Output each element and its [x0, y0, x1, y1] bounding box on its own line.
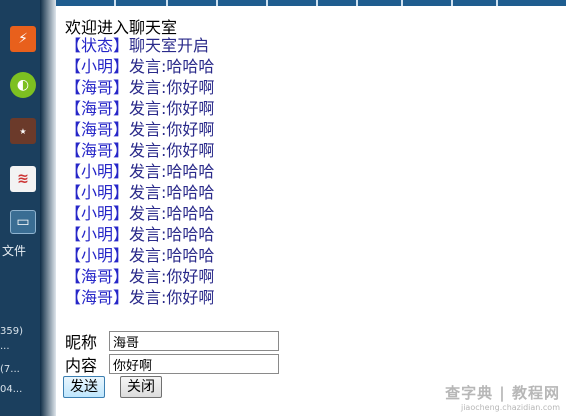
- chat-message: 【小明】发言:哈哈哈: [65, 203, 214, 224]
- content-row: 内容: [65, 353, 279, 375]
- message-sender: 【海哥】: [65, 99, 130, 118]
- window-shadow: [40, 0, 56, 416]
- message-action: 发言:: [129, 162, 167, 181]
- message-sender: 【状态】: [65, 36, 130, 55]
- desktop-text: 359): [0, 326, 23, 337]
- chat-message: 【海哥】发言:你好啊: [65, 266, 214, 287]
- message-sender: 【海哥】: [65, 78, 130, 97]
- desktop-label: 文件: [2, 244, 27, 258]
- desktop-text: (7...: [0, 364, 20, 375]
- app-icon-game[interactable]: ★: [10, 118, 36, 144]
- nickname-label: 昵称: [65, 333, 98, 352]
- message-action: 发言:: [129, 246, 167, 265]
- nickname-row: 昵称: [65, 330, 279, 352]
- message-text: 你好啊: [166, 99, 215, 118]
- desktop-text: ···: [0, 344, 10, 355]
- message-action: 发言:: [129, 78, 167, 97]
- nickname-input[interactable]: [109, 331, 279, 351]
- watermark-url: jiaocheng.chazidian.com: [460, 403, 560, 412]
- message-action: 发言:: [129, 120, 167, 139]
- message-sender: 【小明】: [65, 57, 130, 76]
- chat-message: 【小明】发言:哈哈哈: [65, 56, 214, 77]
- send-button[interactable]: 发送: [63, 376, 105, 398]
- message-text: 你好啊: [166, 267, 215, 286]
- content-label: 内容: [65, 356, 98, 375]
- chat-message: 【小明】发言:哈哈哈: [65, 182, 214, 203]
- message-sender: 【小明】: [65, 183, 130, 202]
- chat-message: 【海哥】发言:你好啊: [65, 77, 214, 98]
- chat-window: 欢迎进入聊天室 【状态】聊天室开启 【小明】发言:哈哈哈 【海哥】发言:你好啊 【海哥…: [58, 6, 558, 416]
- message-text: 哈哈哈: [166, 225, 215, 244]
- message-text: 你好啊: [166, 120, 215, 139]
- message-action: 发言:: [129, 267, 167, 286]
- watermark: 查字典 | 教程网 jiaocheng.chazidian.com: [445, 382, 560, 412]
- message-text: 你好啊: [166, 141, 215, 160]
- content-input[interactable]: [109, 354, 279, 374]
- message-action: 发言:: [129, 57, 167, 76]
- message-sender: 【海哥】: [65, 288, 130, 307]
- message-action: 发言:: [129, 183, 167, 202]
- message-action: 发言:: [129, 225, 167, 244]
- app-icon-document[interactable]: ≋: [10, 166, 36, 192]
- message-sender: 【小明】: [65, 204, 130, 223]
- desktop-text: 04...: [0, 384, 23, 395]
- chat-message: 【状态】聊天室开启: [65, 35, 214, 56]
- message-text: 你好啊: [166, 288, 215, 307]
- desktop-sidebar: ⚡ ◐ ★ ≋ ▭ 文件 359) ··· (7... 04...: [0, 0, 40, 416]
- message-text: 哈哈哈: [166, 162, 215, 181]
- message-action: 发言:: [129, 204, 167, 223]
- chat-message: 【小明】发言:哈哈哈: [65, 224, 214, 245]
- watermark-title: 查字典 | 教程网: [445, 384, 560, 402]
- message-text: 你好啊: [166, 78, 215, 97]
- folder-icon[interactable]: ▭: [10, 210, 36, 234]
- chat-message: 【海哥】发言:你好啊: [65, 287, 214, 308]
- close-button[interactable]: 关闭: [120, 376, 162, 398]
- message-sender: 【海哥】: [65, 141, 130, 160]
- app-icon-green[interactable]: ◐: [10, 72, 36, 98]
- message-text: 哈哈哈: [166, 246, 215, 265]
- message-sender: 【小明】: [65, 225, 130, 244]
- message-action: 发言:: [129, 288, 167, 307]
- message-sender: 【海哥】: [65, 267, 130, 286]
- app-icon-orange[interactable]: ⚡: [10, 26, 36, 52]
- message-sender: 【海哥】: [65, 120, 130, 139]
- chat-message: 【海哥】发言:你好啊: [65, 119, 214, 140]
- message-action: 聊天室开启: [129, 36, 210, 55]
- message-sender: 【小明】: [65, 246, 130, 265]
- message-action: 发言:: [129, 141, 167, 160]
- message-action: 发言:: [129, 99, 167, 118]
- chat-message: 【小明】发言:哈哈哈: [65, 245, 214, 266]
- chat-message: 【海哥】发言:你好啊: [65, 98, 214, 119]
- chat-message: 【小明】发言:哈哈哈: [65, 161, 214, 182]
- message-sender: 【小明】: [65, 162, 130, 181]
- message-text: 哈哈哈: [166, 57, 215, 76]
- message-text: 哈哈哈: [166, 183, 215, 202]
- message-list: 【状态】聊天室开启 【小明】发言:哈哈哈 【海哥】发言:你好啊 【海哥】发言:你好啊【…: [65, 35, 214, 308]
- message-text: 哈哈哈: [166, 204, 215, 223]
- chat-message: 【海哥】发言:你好啊: [65, 140, 214, 161]
